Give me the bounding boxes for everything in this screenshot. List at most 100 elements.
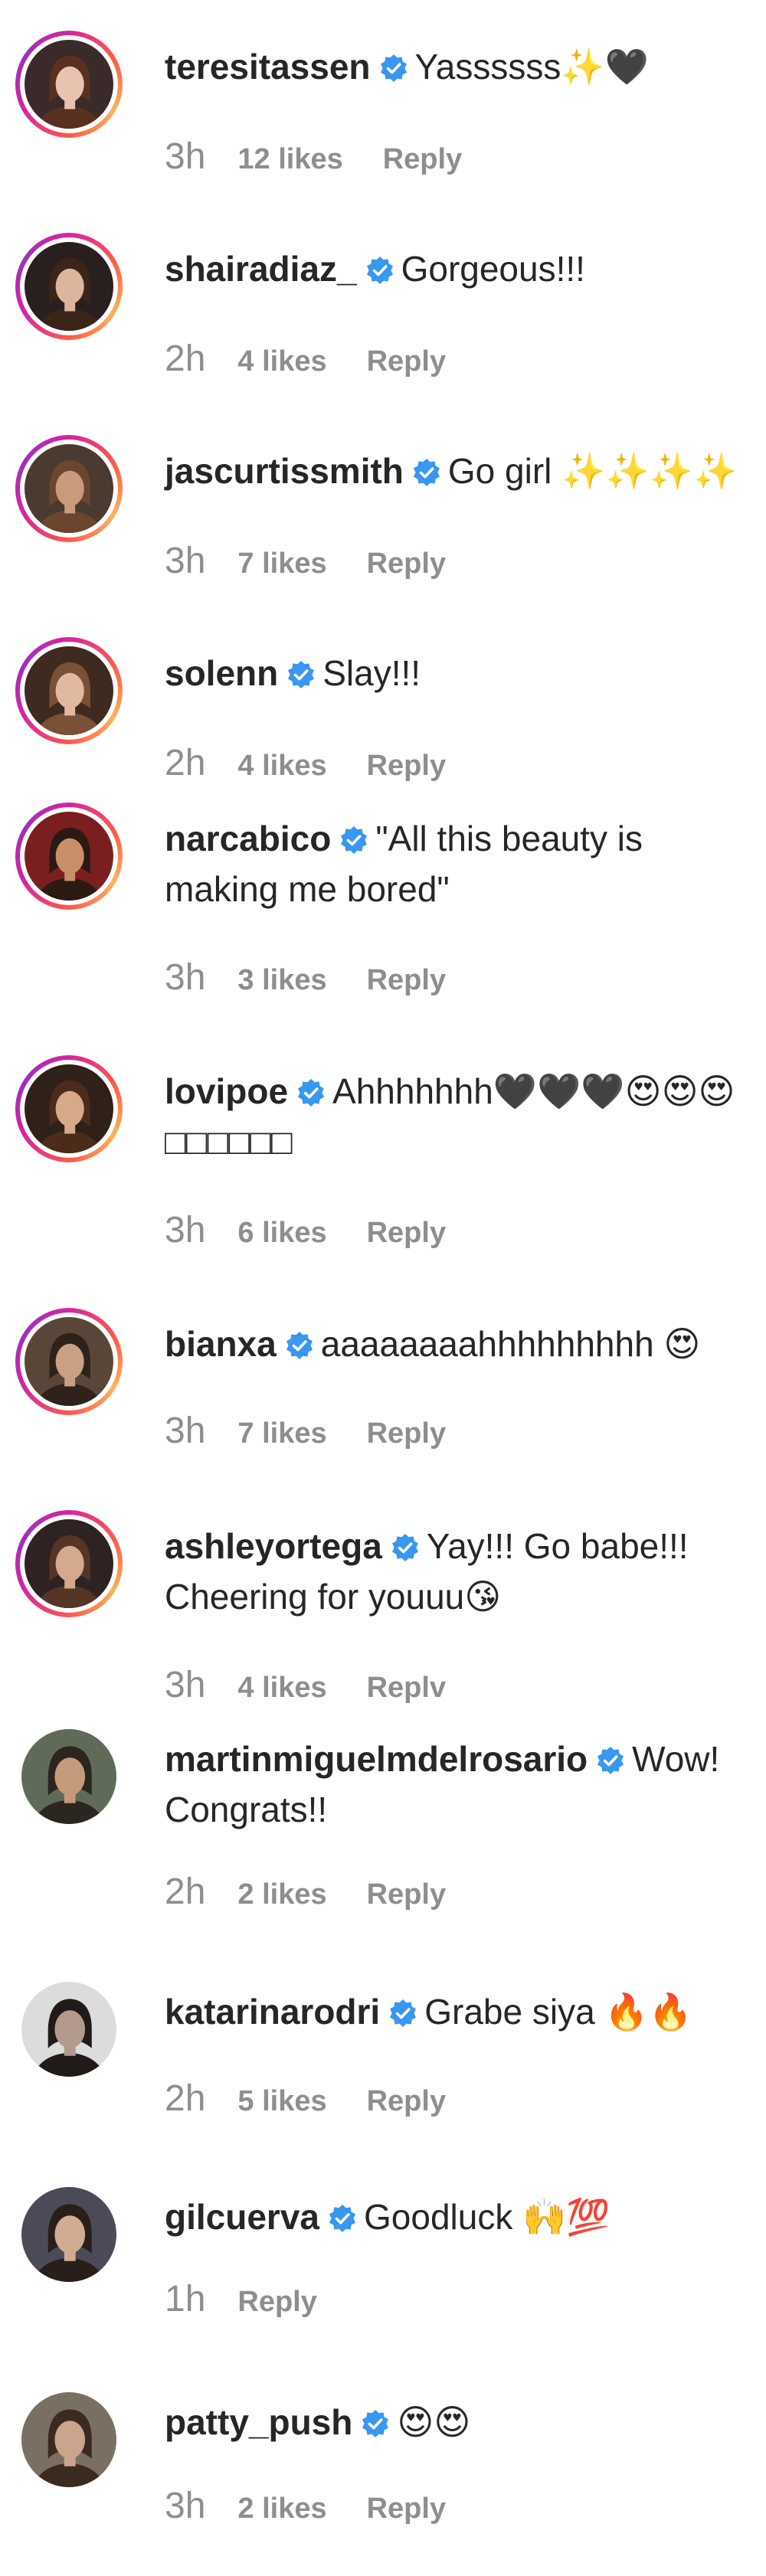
avatar[interactable] bbox=[15, 31, 123, 138]
username-link[interactable]: ashleyortega bbox=[165, 1526, 382, 1566]
comment-text: Goodluck 🙌💯 bbox=[364, 2197, 611, 2237]
comment-timestamp[interactable]: 3h bbox=[165, 541, 205, 581]
comment-item: narcabico "All this beauty is making me b… bbox=[0, 803, 766, 1005]
comment-meta: 3h 6 likes Reply bbox=[165, 1211, 446, 1252]
comment-body: patty_push 😍😍 bbox=[165, 2397, 743, 2447]
verified-badge-icon bbox=[365, 255, 395, 286]
username-link[interactable]: jascurtissmith bbox=[165, 451, 404, 491]
username-link[interactable]: patty_push bbox=[165, 2402, 352, 2442]
comment-body: jascurtissmith Go girl ✨✨✨✨ bbox=[165, 446, 743, 496]
username-link[interactable]: shairadiaz_ bbox=[165, 249, 357, 289]
comment-item: ashleyortega Yay!!! Go babe!!! Cheering f… bbox=[0, 1510, 766, 1712]
username-link[interactable]: martinmiguelmdelrosario bbox=[165, 1739, 588, 1779]
avatar[interactable] bbox=[15, 435, 123, 542]
likes-count-button[interactable]: 7 likes bbox=[237, 548, 326, 580]
reply-button[interactable]: Replv bbox=[367, 1672, 446, 1704]
likes-count-button[interactable]: 2 likes bbox=[237, 1878, 326, 1911]
avatar[interactable] bbox=[15, 1510, 123, 1617]
reply-button[interactable]: Reply bbox=[367, 548, 446, 580]
profile-avatar-image bbox=[25, 1064, 113, 1153]
reply-button[interactable]: Reply bbox=[367, 345, 446, 378]
profile-avatar-image bbox=[25, 40, 113, 129]
reply-button[interactable]: Reply bbox=[367, 2085, 446, 2117]
comment-meta: 2h 2 likes Reply bbox=[165, 1873, 446, 1914]
comment-body: solenn Slay!!! bbox=[165, 648, 743, 698]
comment-meta: 2h 4 likes Reply bbox=[165, 744, 446, 785]
username-link[interactable]: bianxa bbox=[165, 1324, 277, 1364]
comment-body: teresitassen Yassssss✨🖤 bbox=[165, 41, 743, 92]
likes-count-button[interactable]: 4 likes bbox=[237, 1672, 326, 1704]
comment-timestamp[interactable]: 3h bbox=[165, 136, 205, 177]
comment-meta: 3h 3 likes Reply bbox=[165, 959, 446, 999]
username-link[interactable]: narcabico bbox=[165, 819, 331, 858]
profile-avatar-image bbox=[25, 646, 113, 735]
comments-feed: teresitassen Yassssss✨🖤 3h 12 likes Reply sha… bbox=[0, 0, 766, 2576]
likes-count-button[interactable]: 4 likes bbox=[237, 750, 326, 782]
comment-meta: 3h 7 likes Reply bbox=[165, 1412, 446, 1453]
likes-count-button[interactable]: 2 likes bbox=[237, 2493, 326, 2525]
comment-item: patty_push 😍😍 3h 2 likes Reply bbox=[0, 2386, 766, 2533]
comment-meta: 3h 2 likes Reply bbox=[165, 2487, 446, 2528]
profile-avatar-image bbox=[21, 1982, 116, 2077]
reply-button[interactable]: Reply bbox=[367, 750, 446, 782]
reply-button[interactable]: Reply bbox=[367, 964, 446, 996]
avatar[interactable] bbox=[15, 1976, 123, 2083]
profile-avatar-image bbox=[25, 812, 113, 901]
reply-button[interactable]: Reply bbox=[367, 1217, 446, 1249]
profile-avatar-image bbox=[21, 1729, 116, 1824]
comment-meta: 3h 12 likes Reply bbox=[165, 138, 462, 178]
username-link[interactable]: katarinarodri bbox=[165, 1992, 380, 2032]
comment-item: shairadiaz_ Gorgeous!!! 2h 4 likes Reply bbox=[0, 233, 766, 386]
comment-item: jascurtissmith Go girl ✨✨✨✨ 3h 7 likes Reply bbox=[0, 435, 766, 588]
profile-avatar-image bbox=[21, 2392, 116, 2487]
avatar[interactable] bbox=[15, 637, 123, 744]
likes-count-button[interactable]: 12 likes bbox=[237, 143, 342, 175]
likes-count-button[interactable]: 5 likes bbox=[237, 2085, 326, 2117]
avatar[interactable] bbox=[15, 803, 123, 910]
username-link[interactable]: teresitassen bbox=[165, 47, 371, 87]
verified-badge-icon bbox=[284, 1330, 315, 1361]
profile-avatar-image bbox=[25, 1317, 113, 1406]
comment-body: lovipoe Ahhhhhhh🖤🖤🖤😍😍😍□□□□□□ bbox=[165, 1066, 743, 1167]
reply-button[interactable]: Reply bbox=[367, 2493, 446, 2525]
comment-item: gilcuerva Goodluck 🙌💯 1h Reply bbox=[0, 2181, 766, 2326]
verified-badge-icon bbox=[378, 53, 409, 83]
reply-button[interactable]: Reply bbox=[383, 143, 462, 175]
verified-badge-icon bbox=[388, 1998, 418, 2028]
comment-meta: 1h Reply bbox=[165, 2280, 317, 2321]
avatar[interactable] bbox=[15, 2181, 123, 2288]
username-link[interactable]: lovipoe bbox=[165, 1071, 288, 1111]
comment-item: martinmiguelmdelrosario Wow! Congrats!! 2h… bbox=[0, 1723, 766, 1919]
comment-timestamp[interactable]: 2h bbox=[165, 338, 205, 379]
avatar[interactable] bbox=[15, 233, 123, 340]
comment-timestamp[interactable]: 1h bbox=[165, 2279, 205, 2319]
avatar[interactable] bbox=[15, 1055, 123, 1162]
likes-count-button[interactable]: 4 likes bbox=[237, 345, 326, 378]
comment-timestamp[interactable]: 3h bbox=[165, 957, 205, 998]
comment-timestamp[interactable]: 3h bbox=[165, 1665, 205, 1705]
reply-button[interactable]: Reply bbox=[237, 2286, 316, 2318]
verified-badge-icon bbox=[327, 2203, 358, 2234]
likes-count-button[interactable]: 3 likes bbox=[237, 964, 326, 996]
comment-item: bianxa aaaaaaaahhhhhhhhh 😍 3h 7 likes Reply bbox=[0, 1308, 766, 1458]
comment-timestamp[interactable]: 2h bbox=[165, 2078, 205, 2119]
comment-text: Grabe siya 🔥🔥 bbox=[424, 1992, 692, 2032]
comment-timestamp[interactable]: 2h bbox=[165, 1872, 205, 1912]
username-link[interactable]: gilcuerva bbox=[165, 2197, 319, 2237]
comment-timestamp[interactable]: 3h bbox=[165, 1210, 205, 1250]
username-link[interactable]: solenn bbox=[165, 653, 278, 693]
comment-timestamp[interactable]: 3h bbox=[165, 2486, 205, 2526]
avatar[interactable] bbox=[15, 1308, 123, 1415]
comment-body: ashleyortega Yay!!! Go babe!!! Cheering f… bbox=[165, 1521, 743, 1622]
reply-button[interactable]: Reply bbox=[367, 1878, 446, 1911]
likes-count-button[interactable]: 6 likes bbox=[237, 1217, 326, 1249]
likes-count-button[interactable]: 7 likes bbox=[237, 1417, 326, 1450]
comment-item: katarinarodri Grabe siya 🔥🔥 2h 5 likes Reply bbox=[0, 1976, 766, 2126]
reply-button[interactable]: Reply bbox=[367, 1417, 446, 1450]
comment-timestamp[interactable]: 2h bbox=[165, 743, 205, 783]
avatar[interactable] bbox=[15, 1723, 123, 1830]
comment-timestamp[interactable]: 3h bbox=[165, 1411, 205, 1451]
comment-text: Go girl ✨✨✨✨ bbox=[447, 451, 738, 491]
avatar[interactable] bbox=[15, 2386, 123, 2493]
profile-avatar-image bbox=[25, 444, 113, 533]
